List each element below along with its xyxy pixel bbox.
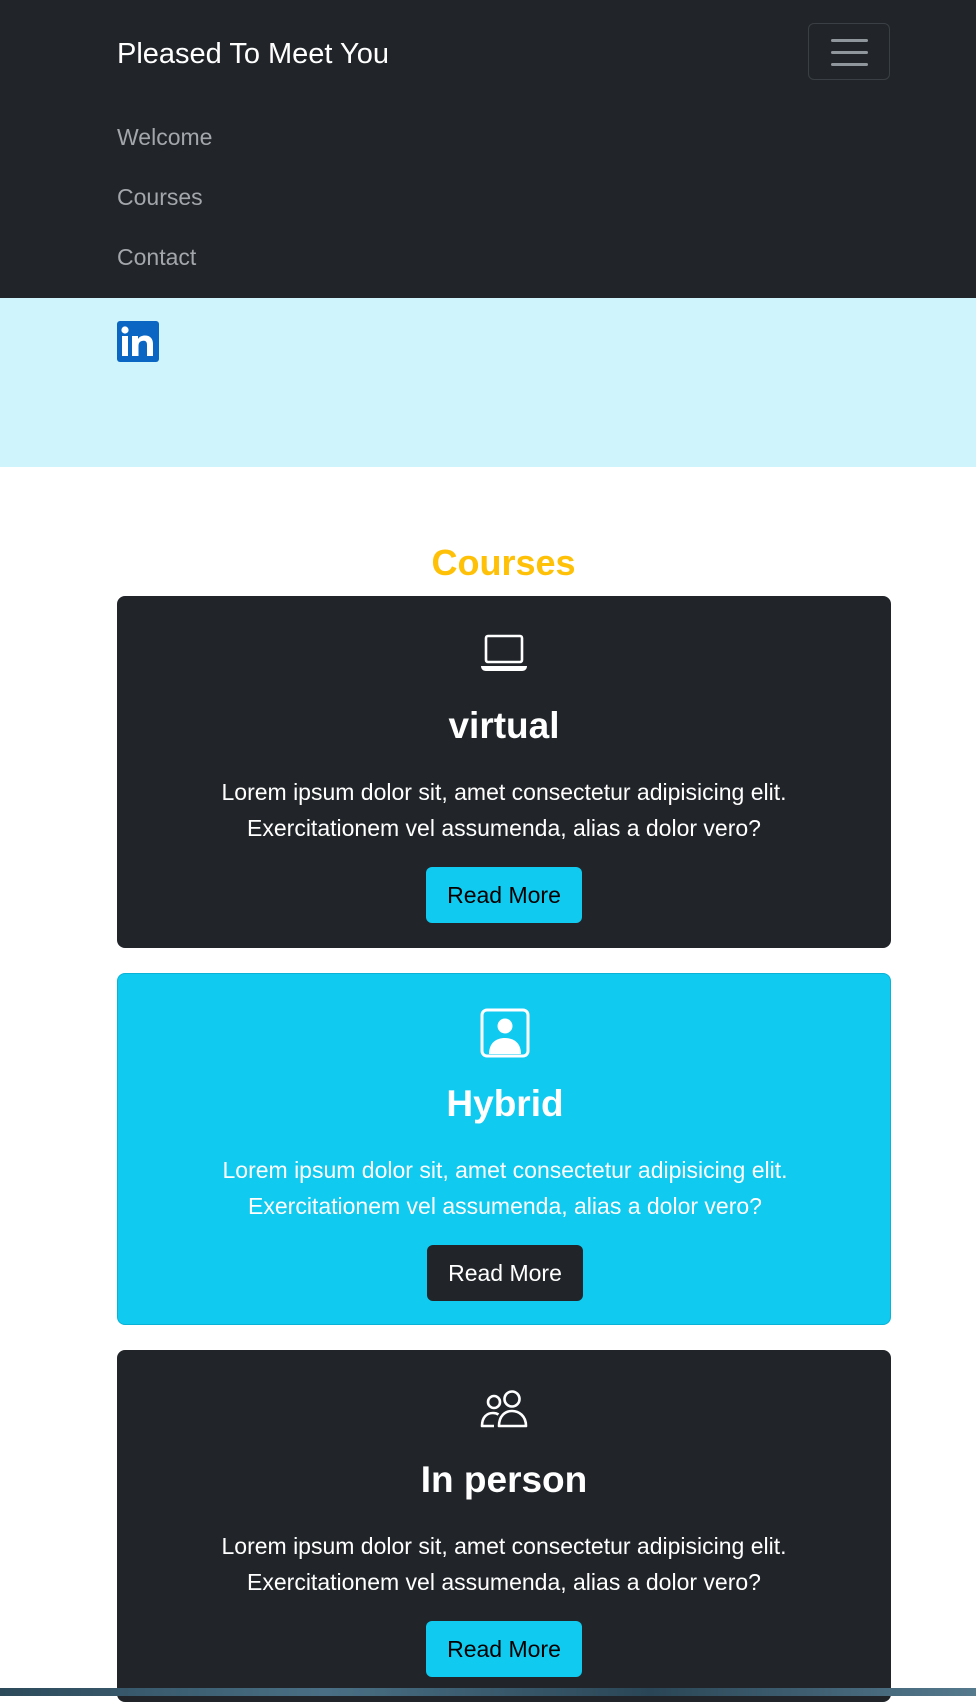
read-more-button[interactable]: Read More <box>427 1245 583 1301</box>
nav-link-welcome[interactable]: Welcome <box>117 122 212 152</box>
course-description: Lorem ipsum dolor sit, amet consectetur … <box>222 1157 788 1219</box>
person-square-icon <box>480 1008 530 1058</box>
course-card-virtual: virtual Lorem ipsum dolor sit, amet cons… <box>117 596 891 948</box>
course-card-hybrid: Hybrid Lorem ipsum dolor sit, amet conse… <box>117 973 891 1325</box>
laptop-icon <box>479 630 529 680</box>
linkedin-icon[interactable] <box>117 321 159 362</box>
desktop-background-strip <box>0 1688 976 1696</box>
course-card-in-person: In person Lorem ipsum dolor sit, amet co… <box>117 1350 891 1702</box>
read-more-button[interactable]: Read More <box>426 1621 582 1677</box>
course-title: In person <box>420 1459 588 1500</box>
read-more-button[interactable]: Read More <box>426 867 582 923</box>
people-icon <box>479 1384 529 1434</box>
nav-link-contact[interactable]: Contact <box>117 242 196 272</box>
course-description: Lorem ipsum dolor sit, amet consectetur … <box>221 779 787 841</box>
navbar-toggler-button[interactable] <box>808 23 890 80</box>
courses-heading: Courses <box>431 542 576 583</box>
course-title: Hybrid <box>446 1083 564 1124</box>
course-title: virtual <box>448 705 560 746</box>
nav-link-courses[interactable]: Courses <box>117 182 203 212</box>
course-description: Lorem ipsum dolor sit, amet consectetur … <box>221 1533 787 1595</box>
navbar-brand[interactable]: Pleased To Meet You <box>117 34 389 74</box>
navbar: Pleased To Meet You Welcome Courses Cont… <box>0 0 976 298</box>
